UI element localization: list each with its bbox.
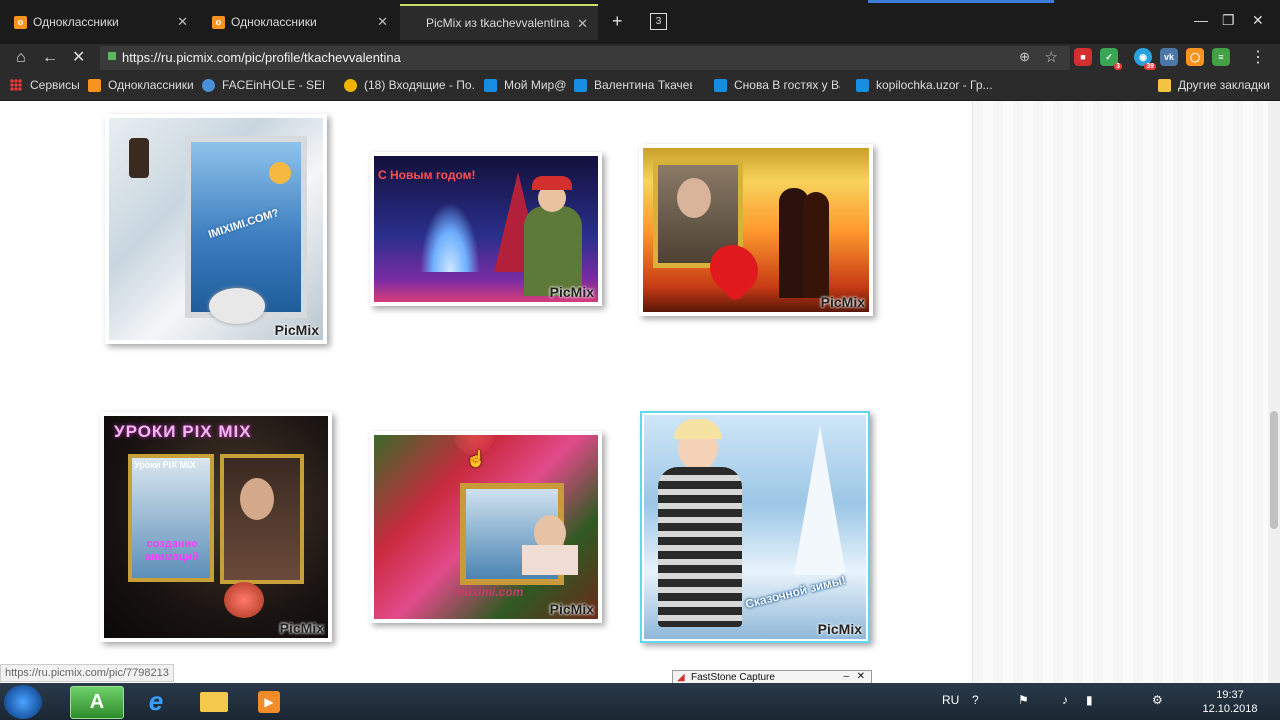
- picmix-watermark: PicMix: [817, 621, 862, 637]
- tab-strip: o Одноклассники ✕ o Одноклассники ✕ PicM…: [0, 0, 1280, 44]
- tab-picmix[interactable]: PicMix из tkachevvalentina ✕: [400, 4, 598, 40]
- face-icon: [202, 78, 215, 92]
- scrollbar-thumb[interactable]: [1270, 411, 1278, 529]
- network-icon[interactable]: ▮: [1086, 693, 1093, 707]
- picmix-watermark: PicMix: [820, 294, 865, 310]
- minimize-button[interactable]: —: [1194, 12, 1208, 28]
- image-subtitle: Уроки PIX MIX: [134, 460, 196, 470]
- bookmark-inbox[interactable]: (18) Входящие - По...: [344, 78, 476, 92]
- right-sidebar: [972, 101, 1268, 683]
- close-window-button[interactable]: ✕: [1252, 12, 1264, 29]
- vk-icon[interactable]: vk: [1160, 48, 1178, 66]
- close-icon[interactable]: ✕: [177, 14, 188, 30]
- gallery-image-picmix-lessons[interactable]: УРОКИ PIX MIX Уроки PIX MIX создание ани…: [100, 412, 332, 642]
- volume-icon[interactable]: ♪: [1062, 693, 1068, 707]
- taskbar-app-media[interactable]: ▶: [244, 686, 296, 717]
- download-progress-bar: [868, 0, 1054, 3]
- bookmark-valentina[interactable]: Валентина Ткачева: [574, 78, 692, 92]
- settings-icon[interactable]: ⚙: [1152, 693, 1163, 707]
- tab-title: Одноклассники: [33, 15, 119, 29]
- mail-at-icon: [344, 78, 357, 92]
- mail-icon: [574, 78, 587, 92]
- bookmark-services[interactable]: Сервисы: [30, 78, 80, 92]
- gallery-image-couple-sunset[interactable]: PicMix: [639, 144, 873, 316]
- image-caption: Сказочной зимы!: [743, 572, 848, 612]
- help-icon[interactable]: ?: [972, 693, 979, 707]
- hand-cursor-icon: ☝: [466, 451, 486, 468]
- taskbar-app-ie[interactable]: e: [130, 686, 182, 717]
- flag-icon[interactable]: ⚑: [1018, 693, 1029, 707]
- taskbar-app-explorer[interactable]: [188, 686, 240, 717]
- minimize-icon[interactable]: –: [843, 671, 849, 682]
- close-icon[interactable]: ✕: [377, 14, 388, 30]
- picmix-watermark: PicMix: [549, 284, 594, 300]
- shield-icon[interactable]: ✓ 3: [1100, 48, 1122, 70]
- mail-icon: [714, 78, 727, 92]
- taskbar-app-android[interactable]: A: [70, 686, 124, 719]
- picmix-watermark: PicMix: [274, 322, 319, 338]
- play-icon: ▶: [258, 691, 280, 713]
- bookmarks-bar: Сервисы Одноклассники FACEinHOLE - SELE.…: [0, 72, 1280, 101]
- gallery-image-winter-coat[interactable]: Сказочной зимы! PicMix: [640, 411, 870, 643]
- close-icon[interactable]: ✕: [577, 16, 588, 32]
- picmix-watermark: PicMix: [279, 620, 324, 636]
- tab-title: Одноклассники: [231, 15, 317, 29]
- image-title: УРОКИ PIX MIX: [114, 422, 252, 441]
- menu-icon[interactable]: ⋮: [1250, 49, 1266, 67]
- link-status-bubble: https://ru.picmix.com/pic/7798213: [0, 664, 174, 682]
- bookmark-kopilochka[interactable]: kopilochka.uzor - Гр...: [856, 78, 1000, 92]
- back-icon[interactable]: ←: [42, 49, 58, 67]
- folder-icon: [200, 692, 228, 712]
- gallery-image-winter-lamp[interactable]: IMIXIMI.COM? PicMix: [105, 114, 327, 344]
- bookmark-faceinhole[interactable]: FACEinHOLE - SELE...: [202, 78, 324, 92]
- windows-taskbar: A e ▶ RU ? ⚑ ♪ ▮ ⚙ 19:37 12.10.2018: [0, 683, 1280, 720]
- tab-count-button[interactable]: 3: [650, 13, 667, 30]
- gallery-image-new-year[interactable]: С Новым годом! PicMix: [370, 152, 602, 306]
- odnoklassniki-icon: o: [14, 15, 27, 29]
- mail-icon: [484, 78, 497, 92]
- start-button[interactable]: [4, 685, 42, 719]
- mail-icon: [856, 78, 869, 92]
- gallery-image-flowers-frame[interactable]: ☝ imiximi.com PicMix: [370, 431, 602, 623]
- new-tab-button[interactable]: +: [612, 12, 623, 30]
- navigation-bar: ⌂ ← ✕ https://ru.picmix.com/pic/profile/…: [0, 44, 1280, 72]
- apps-grid-icon[interactable]: [10, 79, 22, 91]
- tab-odnoklassniki-1[interactable]: o Одноклассники ✕: [0, 4, 198, 40]
- bookmark-odnoklassniki[interactable]: Одноклассники: [88, 78, 194, 92]
- adblock-icon[interactable]: ■: [1074, 48, 1092, 66]
- system-clock[interactable]: 19:37 12.10.2018: [1198, 688, 1262, 716]
- tab-title: PicMix из tkachevvalentina: [426, 16, 570, 30]
- image-caption: создание анимаций: [145, 538, 199, 563]
- close-icon[interactable]: ✕: [857, 671, 865, 682]
- vertical-scrollbar[interactable]: [1268, 101, 1280, 683]
- stop-icon[interactable]: ✕: [72, 49, 85, 67]
- tab-odnoklassniki-2[interactable]: o Одноклассники ✕: [198, 4, 398, 40]
- home-icon[interactable]: ⌂: [16, 49, 26, 67]
- bookmark-other[interactable]: Другие закладки: [1158, 78, 1270, 92]
- folder-icon: [1158, 78, 1171, 92]
- bookmark-snova[interactable]: Снова В гостях у Ва...: [714, 78, 840, 92]
- odnoklassniki-icon: [88, 78, 101, 92]
- bookmark-moimir[interactable]: Мой Мир@: [484, 78, 566, 92]
- picmix-watermark: PicMix: [549, 601, 594, 617]
- ok-icon[interactable]: ◯: [1186, 48, 1204, 66]
- address-bar[interactable]: https://ru.picmix.com/pic/profile/tkache…: [100, 46, 1070, 70]
- lock-icon: [108, 52, 116, 60]
- faststone-icon: ◢: [677, 672, 685, 683]
- star-icon[interactable]: ☆: [1045, 48, 1058, 66]
- sheets-icon[interactable]: ≡: [1212, 48, 1230, 66]
- url-text: https://ru.picmix.com/pic/profile/tkache…: [122, 50, 401, 65]
- page-content: IMIXIMI.COM? PicMix С Новым годом! PicMi…: [0, 101, 1268, 683]
- restore-button[interactable]: ❐: [1222, 12, 1235, 29]
- location-icon[interactable]: ⊕: [1019, 49, 1030, 65]
- language-indicator[interactable]: RU: [942, 693, 959, 707]
- image-caption: imiximi.com: [454, 585, 524, 599]
- image-caption: С Новым годом!: [378, 168, 476, 182]
- odnoklassniki-icon: o: [212, 15, 225, 29]
- faststone-title: FastStone Capture: [691, 672, 775, 683]
- chat-icon[interactable]: ◉ 39: [1134, 48, 1156, 70]
